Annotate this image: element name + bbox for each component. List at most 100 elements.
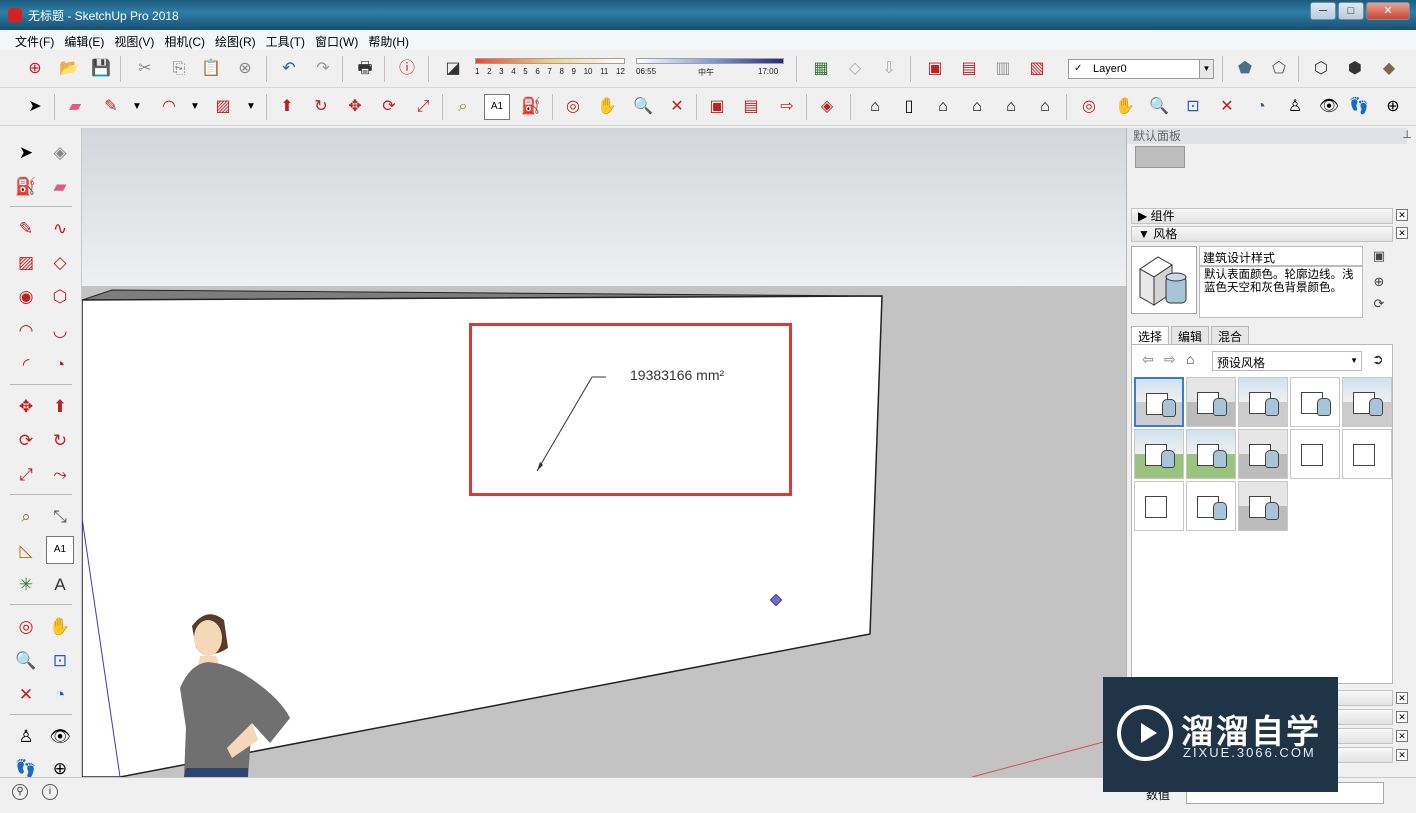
shaded-style-icon[interactable]: ⬟ [1232,56,1258,82]
zoom-extents-icon[interactable]: ✕ [12,680,40,708]
pan-hand-icon[interactable]: ✋ [46,612,74,640]
tab-edit[interactable]: 编辑 [1171,326,1210,346]
previous-view-icon[interactable]: ◔ [46,680,74,708]
warehouse-share-icon[interactable]: ▤ [738,94,764,120]
paint-bucket-icon[interactable]: ⛽ [12,172,40,200]
style-name-field[interactable]: 建筑设计样式 [1199,246,1363,266]
create-style-icon[interactable]: ⊕ [1371,274,1387,290]
zoom-extents-icon[interactable]: ✕ [664,94,690,120]
ruby-icon[interactable]: ◈ [814,94,840,120]
three-point-arc-icon[interactable]: ◜ [12,350,40,378]
zoom-extents-icon[interactable]: ✕ [1214,94,1240,120]
style-thumbnail[interactable] [1238,481,1288,531]
close-icon[interactable]: ✕ [1396,730,1408,742]
position-camera-icon[interactable]: ♙ [1282,94,1308,120]
home-icon[interactable]: ⌂ [1186,351,1194,367]
tab-select[interactable]: 选择 [1131,326,1170,346]
menu-edit[interactable]: 编辑(E) [59,30,109,50]
geolocation-icon[interactable]: ⚲ [12,784,28,800]
dimension-icon[interactable]: ⤡ [46,502,74,530]
style-thumbnail[interactable] [1134,481,1184,531]
circle-icon[interactable]: ◉ [12,282,40,310]
iso-view-icon[interactable]: ⌂ [862,94,888,120]
select-arrow-icon[interactable]: ➤ [22,94,48,120]
tape-measure-icon[interactable]: ⌕ [450,94,476,120]
text-tool-icon[interactable]: A1 [484,94,510,120]
close-button[interactable]: ✕ [1366,2,1410,20]
undo-icon[interactable]: ↶ [276,56,302,82]
model-info-icon[interactable]: ⓘ [394,56,420,82]
menu-window[interactable]: 窗口(W) [310,30,363,50]
wireframe-icon[interactable]: ⬢ [1342,56,1368,82]
chevron-down-icon[interactable]: ▼ [182,94,208,120]
style-thumbnail[interactable] [1342,429,1392,479]
model-viewport[interactable]: 19383166 mm² [82,128,1126,777]
layout-icon[interactable]: ▧ [1024,56,1050,82]
style-thumbnail[interactable] [1134,377,1184,427]
chevron-down-icon[interactable]: ▼ [124,94,150,120]
update-style-icon[interactable]: ▣ [1371,248,1387,264]
chevron-down-icon[interactable]: ▼ [1199,60,1213,78]
pan-hand-icon[interactable]: ✋ [594,94,620,120]
eraser-icon[interactable]: ▰ [46,172,74,200]
refresh-icon[interactable]: ⟳ [1371,296,1387,312]
orbit-icon[interactable]: ◎ [12,612,40,640]
chevron-down-icon[interactable]: ▼ [1350,356,1358,365]
style-thumbnail[interactable] [1186,429,1236,479]
tab-mix[interactable]: 混合 [1211,326,1250,346]
style-thumbnail[interactable] [1290,429,1340,479]
pencil-icon[interactable]: ✎ [98,94,124,120]
open-folder-icon[interactable]: 📂 [56,56,82,82]
minimize-button[interactable]: ─ [1310,2,1336,20]
textured-icon[interactable]: ◆ [1376,56,1402,82]
freehand-icon[interactable]: ∿ [46,214,74,242]
extension-icon[interactable]: ▥ [990,56,1016,82]
style-thumbnail[interactable] [1238,377,1288,427]
protractor-icon[interactable]: ◺ [12,536,40,564]
orbit-icon[interactable]: ◎ [560,94,586,120]
style-thumbnail[interactable] [1238,429,1288,479]
extension-manager-icon[interactable]: ▤ [956,56,982,82]
menu-draw[interactable]: 绘图(R) [210,30,261,50]
extension-warehouse-icon[interactable]: ▣ [922,56,948,82]
style-thumbnail[interactable] [1290,377,1340,427]
section-plane-icon[interactable]: ⊕ [1380,94,1406,120]
axes-icon[interactable]: ✳ [12,570,40,598]
xray-icon[interactable]: ⬡ [1308,56,1334,82]
style-collection-select[interactable]: 预设风格 ▼ [1212,351,1362,371]
eraser-icon[interactable]: ▰ [62,94,88,120]
close-icon[interactable]: ✕ [1396,711,1408,723]
pan-hand-icon[interactable]: ✋ [1112,94,1138,120]
area-text-label[interactable]: 19383166 mm² [630,367,724,383]
arc-icon[interactable]: ◠ [12,316,40,344]
scale-icon[interactable]: ⤢ [12,460,40,488]
details-menu-icon[interactable]: ➲ [1372,351,1384,368]
hidden-line-icon[interactable]: ⬠ [1266,56,1292,82]
shadow-time-slider[interactable]: 06:55 中午 17:00 [636,58,784,80]
move-icon[interactable]: ✥ [12,392,40,420]
previous-view-icon[interactable]: ◔ [1248,94,1274,120]
zoom-icon[interactable]: 🔍 [12,646,40,674]
pin-icon[interactable]: ⊥ [1402,128,1412,141]
info-icon[interactable]: i [42,784,58,800]
push-pull-icon[interactable]: ⬆ [46,392,74,420]
components-section-header[interactable]: ▶ 组件 ✕ [1131,208,1408,224]
forward-arrow-icon[interactable]: ⇨ [1164,351,1176,368]
orbit-icon[interactable]: ◎ [1076,94,1102,120]
left-view-icon[interactable]: ⌂ [1032,94,1058,120]
shadow-month-slider[interactable]: 1 2 3 4 5 6 7 8 9 10 11 12 [475,58,625,80]
rectangle-icon[interactable]: ▨ [12,248,40,276]
layer-select[interactable]: ✓ Layer0 ▼ [1068,59,1214,79]
warehouse-icon[interactable]: ▣ [704,94,730,120]
print-icon[interactable]: 🖶 [352,56,378,82]
two-point-arc-icon[interactable]: ◡ [46,316,74,344]
share-component-icon[interactable]: ⇩ [876,56,902,82]
look-around-icon[interactable]: 👁 [1316,94,1342,120]
menu-help[interactable]: 帮助(H) [363,30,414,50]
polygon-icon[interactable]: ⬡ [46,282,74,310]
style-thumbnail[interactable] [1134,429,1184,479]
scale-icon[interactable]: ⤢ [410,94,436,120]
top-view-icon[interactable]: ▯ [896,94,922,120]
back-view-icon[interactable]: ⌂ [998,94,1024,120]
menu-file[interactable]: 文件(F) [10,30,59,50]
